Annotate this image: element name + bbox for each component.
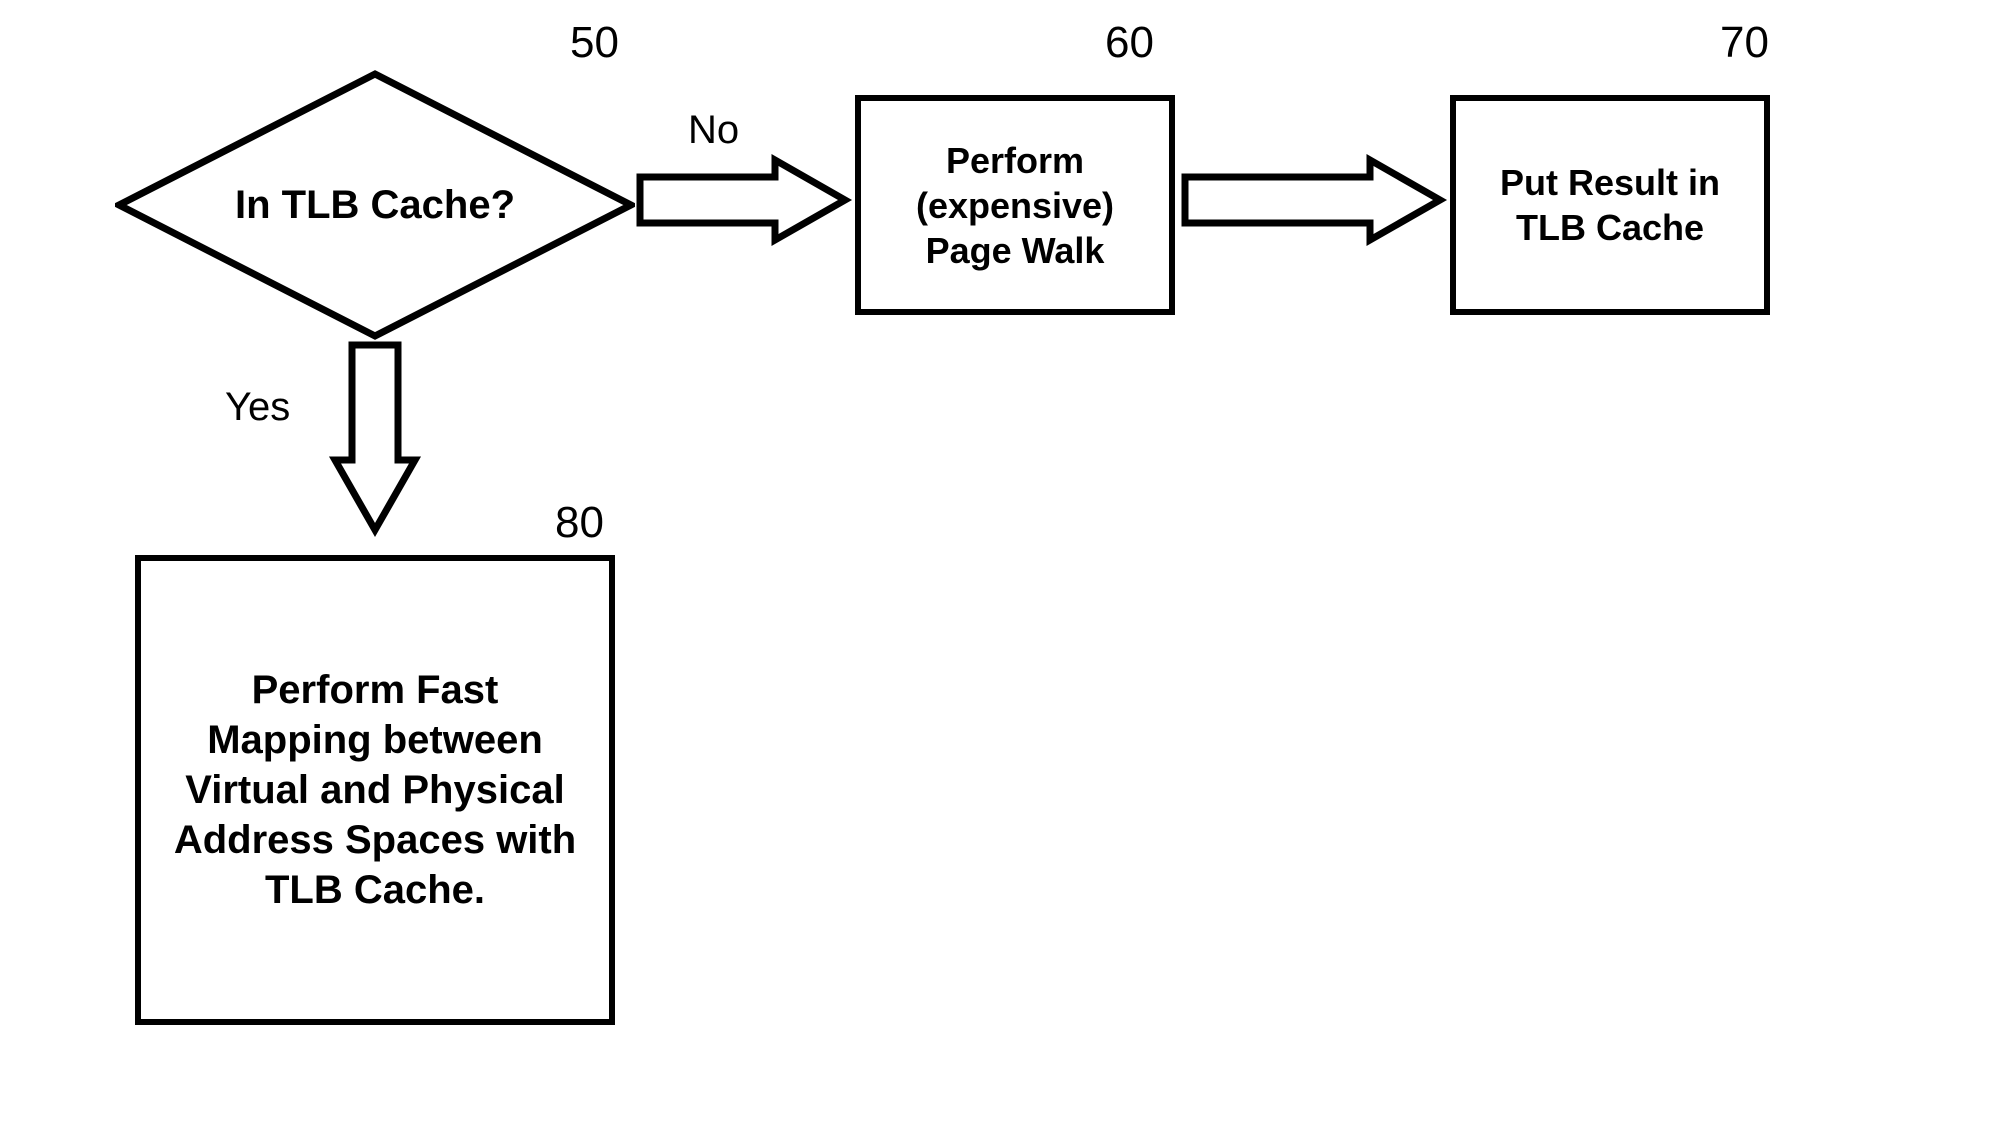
node-number-70: 70	[1720, 18, 1769, 68]
edge-label-no: No	[688, 108, 739, 153]
arrow-yes	[330, 340, 420, 535]
process-fast-mapping-text: Perform Fast Mapping between Virtual and…	[171, 665, 579, 915]
arrow-no	[635, 155, 850, 245]
process-page-walk-text: Perform (expensive) Page Walk	[881, 138, 1149, 273]
decision-in-tlb-cache: In TLB Cache?	[115, 70, 635, 340]
node-number-60: 60	[1105, 18, 1154, 68]
decision-text: In TLB Cache?	[235, 183, 515, 228]
process-put-result-text: Put Result in TLB Cache	[1476, 160, 1744, 250]
edge-label-yes: Yes	[225, 385, 290, 430]
node-number-50: 50	[570, 18, 619, 68]
flowchart-canvas: In TLB Cache? 50 No Perform (expensive) …	[0, 0, 2012, 1122]
arrow-60-70	[1180, 155, 1445, 245]
process-put-result: Put Result in TLB Cache	[1450, 95, 1770, 315]
node-number-80: 80	[555, 498, 604, 548]
process-fast-mapping: Perform Fast Mapping between Virtual and…	[135, 555, 615, 1025]
process-page-walk: Perform (expensive) Page Walk	[855, 95, 1175, 315]
